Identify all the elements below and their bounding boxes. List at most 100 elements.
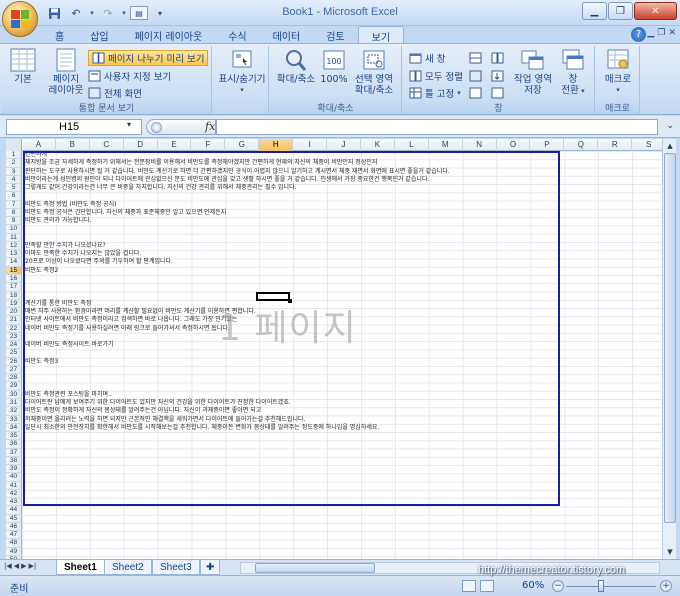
formula-options-icon[interactable] bbox=[151, 122, 162, 133]
active-cell[interactable] bbox=[256, 292, 292, 303]
worksheet-grid[interactable]: ABCDEFGHIJKLMNOPQRS 1 간편하게 2 체지방을 조금 자세하게 측… bbox=[6, 139, 662, 559]
row-header[interactable]: 13 bbox=[6, 250, 22, 259]
cell-a-text[interactable]: 비만도 측정이 정확하게 자신의 몸상태를 알려주는건 아닙니다. 자신이 과체… bbox=[25, 407, 261, 415]
row-header[interactable]: 48 bbox=[6, 539, 22, 548]
row-header[interactable]: 25 bbox=[6, 349, 22, 358]
row-header[interactable]: 6 bbox=[6, 192, 22, 201]
row-header[interactable]: 4 bbox=[6, 175, 22, 185]
row-header[interactable]: 31 bbox=[6, 398, 22, 408]
cell-a-text[interactable]: 비만도 측정3 bbox=[25, 358, 58, 366]
scroll-up-icon[interactable]: ▲ bbox=[664, 140, 676, 152]
zoom-100-button[interactable]: 100 100% bbox=[320, 48, 348, 85]
column-header[interactable]: O bbox=[497, 139, 531, 151]
cell-a-text[interactable]: 만족할 만한 수치가 나오셨나요? bbox=[25, 242, 106, 250]
custom-views-button[interactable]: 사용자 지정 보기 bbox=[88, 68, 171, 84]
row-header[interactable]: 36 bbox=[6, 440, 22, 449]
row-header[interactable]: 44 bbox=[6, 506, 22, 515]
row-header[interactable]: 8 bbox=[6, 208, 22, 218]
tab-page-layout[interactable]: 페이지 레이아웃 bbox=[122, 26, 216, 44]
row-header[interactable]: 32 bbox=[6, 407, 22, 416]
arrange-all-button[interactable]: 모두 정렬 bbox=[409, 68, 463, 84]
row-header[interactable]: 37 bbox=[6, 448, 22, 457]
column-header[interactable]: J bbox=[327, 139, 361, 151]
column-header[interactable]: K bbox=[361, 139, 395, 151]
row-header[interactable]: 38 bbox=[6, 456, 22, 466]
close-button[interactable]: ✕ bbox=[634, 2, 677, 20]
tab-view[interactable]: 보기 bbox=[357, 26, 405, 44]
unhide-window-button[interactable] bbox=[469, 85, 482, 101]
cell-a-text[interactable]: 비만도 측정 방법 (비만도 측정 공식) bbox=[25, 201, 117, 209]
cell-a-text[interactable]: 간편하게 bbox=[25, 151, 47, 159]
tab-data[interactable]: 데이터 bbox=[260, 26, 314, 44]
row-header[interactable]: 14 bbox=[6, 258, 22, 267]
row-header[interactable]: 2 bbox=[6, 159, 22, 168]
zoom-out-button[interactable]: − bbox=[552, 580, 564, 592]
row-header[interactable]: 1 bbox=[6, 151, 22, 160]
tab-insert[interactable]: 삽입 bbox=[77, 26, 121, 44]
cell-a-text[interactable]: 아마도 만족한 수치가 나오지는 않았을 겁니다. bbox=[25, 250, 141, 258]
last-sheet-icon[interactable]: ▶| bbox=[29, 562, 37, 570]
reset-position-button[interactable] bbox=[491, 85, 504, 101]
column-header[interactable]: Q bbox=[564, 139, 599, 151]
cell-a-text[interactable]: 체지방을 조금 자세하게 측정하기 위해서는 전문장비를 이용해서 비만도를 측… bbox=[25, 159, 377, 167]
column-header[interactable]: E bbox=[158, 139, 192, 151]
row-header[interactable]: 41 bbox=[6, 481, 22, 490]
vertical-scroll-thumb[interactable] bbox=[664, 153, 676, 523]
next-sheet-icon[interactable]: ▶ bbox=[21, 562, 26, 570]
column-header[interactable]: N bbox=[463, 139, 497, 151]
cell-a-text[interactable]: 비만도 관리가 가능합니다. bbox=[25, 217, 91, 225]
prev-sheet-icon[interactable]: ◀ bbox=[14, 562, 19, 570]
full-screen-button[interactable]: 전체 화면 bbox=[88, 85, 142, 101]
sheet-tab-2[interactable]: Sheet2 bbox=[104, 560, 152, 575]
row-header[interactable]: 21 bbox=[6, 316, 22, 325]
cell-a-text[interactable]: 비만도 측정관련 포스팅을 마치며.. bbox=[25, 391, 112, 399]
row-header[interactable]: 47 bbox=[6, 531, 22, 540]
row-header[interactable]: 49 bbox=[6, 547, 22, 557]
formula-input[interactable] bbox=[216, 119, 658, 135]
row-header[interactable]: 24 bbox=[6, 341, 22, 350]
zoom-slider-track[interactable] bbox=[566, 586, 656, 587]
row-header[interactable]: 23 bbox=[6, 332, 22, 342]
horizontal-scroll-thumb[interactable] bbox=[255, 563, 375, 573]
zoom-in-button[interactable]: + bbox=[660, 580, 672, 592]
row-header[interactable]: 39 bbox=[6, 465, 22, 474]
row-header[interactable]: 43 bbox=[6, 498, 22, 507]
row-header[interactable]: 15 bbox=[6, 266, 22, 275]
column-header[interactable]: R bbox=[598, 139, 633, 151]
select-all-button[interactable] bbox=[6, 139, 22, 151]
insert-sheet-button[interactable]: ✚ bbox=[200, 560, 221, 575]
cell-a-text[interactable]: 판단하는 도구로 사용하시면 될 거 같습니다. 비만도 계산기로 하면 더 간… bbox=[25, 168, 450, 176]
cell-a-text[interactable]: 비만도 측정 공식은 간단합니다. 자신의 체중과 표준체중만 알고 있으면 언… bbox=[25, 209, 226, 217]
page-break-preview-button[interactable]: 페이지 나누기 미리 보기 bbox=[88, 50, 209, 66]
row-header[interactable]: 29 bbox=[6, 382, 22, 391]
office-button[interactable] bbox=[2, 1, 38, 37]
column-header[interactable]: C bbox=[90, 139, 124, 151]
name-box[interactable]: H15 bbox=[6, 119, 142, 135]
cell-a-text[interactable]: 일단시 최소한의 안전장치를 확한해서 비만도를 시작해보는걸 추천합니다. 체… bbox=[25, 424, 379, 432]
sheet-tab-1[interactable]: Sheet1 bbox=[56, 560, 105, 575]
wb-restore-icon[interactable]: ❐ bbox=[657, 28, 665, 38]
new-window-button[interactable]: 새 창 bbox=[409, 50, 446, 66]
row-header[interactable]: 22 bbox=[6, 324, 22, 333]
column-header[interactable]: D bbox=[124, 139, 158, 151]
split-button[interactable] bbox=[469, 50, 482, 66]
row-header[interactable]: 3 bbox=[6, 167, 22, 176]
column-header[interactable]: M bbox=[429, 139, 463, 151]
column-header[interactable]: S bbox=[632, 139, 662, 151]
column-header[interactable]: F bbox=[192, 139, 226, 151]
switch-windows-button[interactable]: 창 전환 ▾ bbox=[555, 48, 591, 97]
cell-a-text[interactable]: 네이버 비만도 측정사이트 바로가기 bbox=[25, 341, 114, 349]
column-header[interactable]: H bbox=[259, 139, 294, 151]
row-header[interactable]: 16 bbox=[6, 274, 22, 284]
wb-close-icon[interactable]: ✕ bbox=[668, 28, 676, 38]
row-header[interactable]: 30 bbox=[6, 390, 22, 399]
column-header[interactable]: I bbox=[293, 139, 328, 151]
cell-a-text[interactable]: 인터넷 사이트에서 비만도 측정이라고 검색하면 바로 나옵니다. 그래도 가장… bbox=[25, 316, 237, 324]
row-header[interactable]: 20 bbox=[6, 308, 22, 317]
column-header[interactable]: L bbox=[395, 139, 429, 151]
column-header[interactable]: A bbox=[22, 139, 56, 151]
column-header[interactable]: G bbox=[225, 139, 260, 151]
cell-a-text[interactable]: 20프로 이상이 나오셨다면 주의를 기우하여 할 판계입니다. bbox=[25, 258, 173, 266]
page-layout-view-icon[interactable] bbox=[480, 580, 494, 592]
save-workspace-button[interactable]: 작업 영역 저장 bbox=[511, 48, 555, 96]
